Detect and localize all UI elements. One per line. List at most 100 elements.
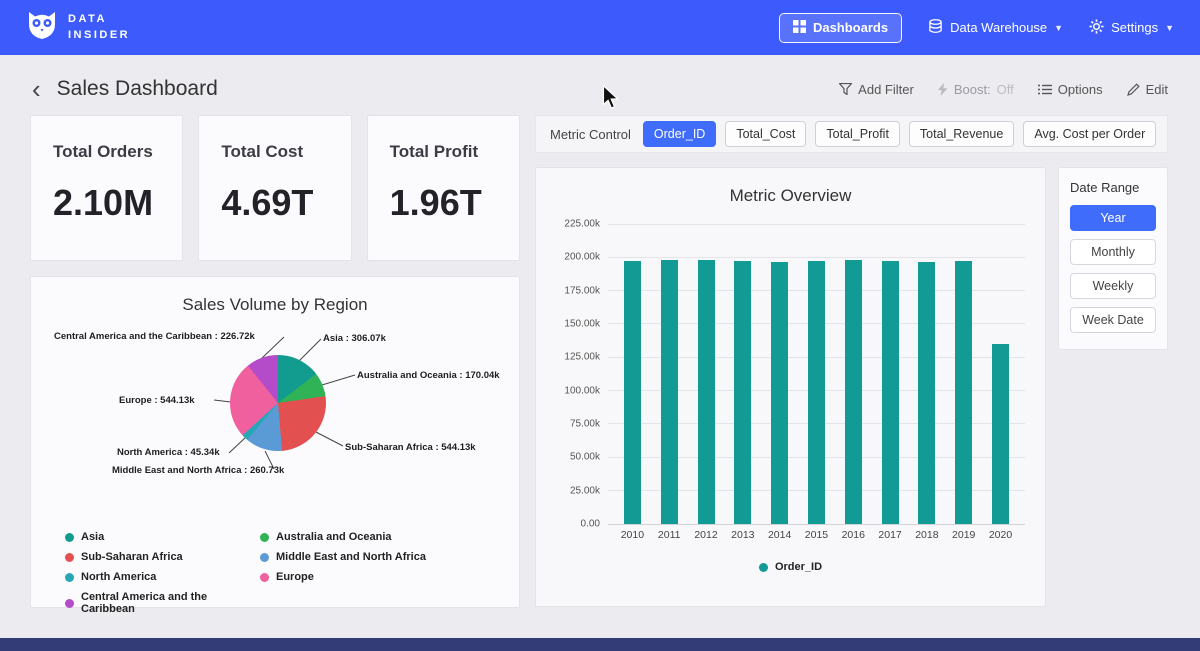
legend-dot bbox=[260, 533, 269, 542]
y-tick-label: 125.00k bbox=[564, 352, 600, 363]
pie-legend-item-asia[interactable]: Asia bbox=[65, 531, 260, 543]
add-filter-label: Add Filter bbox=[858, 82, 914, 97]
bar-chart-card: Metric Overview 225.00k200.00k175.00k150… bbox=[535, 167, 1046, 607]
edit-button[interactable]: Edit bbox=[1127, 82, 1168, 97]
metric-button-avg-cost-per-order[interactable]: Avg. Cost per Order bbox=[1023, 121, 1156, 147]
pie-legend-item-central-america-and-the-caribbean[interactable]: Central America and the Caribbean bbox=[65, 591, 260, 615]
pie-chart-area: Asia : 306.07kAustralia and Oceania : 17… bbox=[46, 323, 504, 523]
bar-2017[interactable] bbox=[882, 261, 899, 524]
metric-control-bar: Metric Control Order_ID Total_Cost Total_P… bbox=[535, 115, 1168, 153]
options-label: Options bbox=[1058, 82, 1103, 97]
pie-legend-item-middle-east-and-north-africa[interactable]: Middle East and North Africa bbox=[260, 551, 485, 563]
date-range-button-week-date[interactable]: Week Date bbox=[1070, 307, 1156, 333]
pie-chart[interactable] bbox=[230, 355, 326, 451]
pie-callout-europe: Europe : 544.13k bbox=[119, 395, 195, 406]
pie-callout-sub-saharan-africa: Sub-Saharan Africa : 544.13k bbox=[345, 442, 476, 453]
nav-settings-button[interactable]: Settings ▼ bbox=[1089, 19, 1174, 37]
bar-2016[interactable] bbox=[845, 260, 862, 524]
metric-button-total-profit[interactable]: Total_Profit bbox=[815, 121, 900, 147]
boost-toggle[interactable]: Boost: Off bbox=[938, 82, 1014, 97]
y-tick-label: 25.00k bbox=[570, 485, 600, 496]
pie-legend-item-australia-and-oceania[interactable]: Australia and Oceania bbox=[260, 531, 485, 543]
kpi-label: Total Cost bbox=[221, 142, 328, 162]
kpi-value: 1.96T bbox=[390, 182, 497, 224]
bar-2010[interactable] bbox=[624, 261, 641, 524]
x-tick-label: 2020 bbox=[982, 529, 1019, 541]
options-button[interactable]: Options bbox=[1038, 82, 1103, 97]
legend-dot bbox=[65, 599, 74, 608]
nav-dashboards-button[interactable]: Dashboards bbox=[779, 13, 902, 43]
legend-label: Central America and the Caribbean bbox=[81, 591, 260, 615]
y-tick-label: 175.00k bbox=[564, 285, 600, 296]
bar-2012[interactable] bbox=[698, 260, 715, 524]
legend-dot bbox=[65, 553, 74, 562]
bar-2018[interactable] bbox=[918, 262, 935, 524]
boost-value: Off bbox=[997, 82, 1014, 97]
pie-legend: Asia Australia and Oceania Sub-Saharan Afr… bbox=[65, 531, 485, 615]
date-range-panel: Date Range Year Monthly Weekly Week Date bbox=[1058, 167, 1168, 350]
bar-plot bbox=[608, 224, 1025, 524]
legend-label: Europe bbox=[276, 571, 314, 583]
x-tick-label: 2010 bbox=[614, 529, 651, 541]
bar-xaxis: 2010201120122013201420152016201720182019… bbox=[608, 529, 1025, 541]
y-tick-label: 75.00k bbox=[570, 419, 600, 430]
bar-2014[interactable] bbox=[771, 262, 788, 524]
brand-name-line1: DATA bbox=[68, 12, 130, 27]
pie-callout-asia: Asia : 306.07k bbox=[323, 333, 386, 344]
bar-chart-title: Metric Overview bbox=[556, 186, 1025, 206]
pie-legend-item-north-america[interactable]: North America bbox=[65, 571, 260, 583]
metric-button-order-id[interactable]: Order_ID bbox=[643, 121, 716, 147]
metric-control-label: Metric Control bbox=[550, 127, 631, 142]
bar-2020[interactable] bbox=[992, 344, 1009, 524]
add-filter-button[interactable]: Add Filter bbox=[839, 82, 914, 97]
bar-2019[interactable] bbox=[955, 261, 972, 524]
back-button[interactable]: ‹ bbox=[30, 79, 43, 99]
legend-label: Sub-Saharan Africa bbox=[81, 551, 183, 563]
legend-dot bbox=[260, 553, 269, 562]
legend-dot bbox=[65, 533, 74, 542]
pie-legend-item-europe[interactable]: Europe bbox=[260, 571, 485, 583]
nav-data-warehouse-label: Data Warehouse bbox=[950, 20, 1047, 35]
y-tick-label: 50.00k bbox=[570, 452, 600, 463]
pencil-icon bbox=[1127, 83, 1140, 96]
page-header: ‹ Sales Dashboard Add Filter Boost: Off … bbox=[0, 55, 1200, 115]
pie-callout-central-america-and-the-caribbean: Central America and the Caribbean : 226.… bbox=[54, 331, 255, 342]
x-tick-label: 2017 bbox=[872, 529, 909, 541]
x-tick-label: 2019 bbox=[945, 529, 982, 541]
gear-icon bbox=[1089, 19, 1104, 37]
bar-2013[interactable] bbox=[734, 261, 751, 524]
kpi-card-total-cost: Total Cost 4.69T bbox=[198, 115, 351, 261]
kpi-row: Total Orders 2.10M Total Cost 4.69T Tota… bbox=[30, 115, 520, 261]
x-tick-label: 2016 bbox=[835, 529, 872, 541]
y-tick-label: 0.00 bbox=[581, 519, 600, 530]
legend-label: Middle East and North Africa bbox=[276, 551, 426, 563]
bar-2011[interactable] bbox=[661, 260, 678, 524]
bar-chart-legend: Order_ID bbox=[556, 561, 1025, 573]
footer-bar bbox=[0, 638, 1200, 651]
pie-legend-item-sub-saharan-africa[interactable]: Sub-Saharan Africa bbox=[65, 551, 260, 563]
x-tick-label: 2018 bbox=[909, 529, 946, 541]
nav-data-warehouse-button[interactable]: Data Warehouse ▼ bbox=[928, 19, 1063, 37]
nav-settings-label: Settings bbox=[1111, 20, 1158, 35]
y-tick-label: 100.00k bbox=[564, 385, 600, 396]
legend-dot bbox=[759, 563, 768, 572]
date-range-button-monthly[interactable]: Monthly bbox=[1070, 239, 1156, 265]
date-range-label: Date Range bbox=[1070, 180, 1156, 195]
date-range-buttons: Year Monthly Weekly Week Date bbox=[1070, 205, 1156, 333]
kpi-label: Total Profit bbox=[390, 142, 497, 162]
x-tick-label: 2012 bbox=[688, 529, 725, 541]
bar-yaxis: 225.00k200.00k175.00k150.00k125.00k100.0… bbox=[556, 224, 608, 524]
y-tick-label: 150.00k bbox=[564, 319, 600, 330]
legend-label: Order_ID bbox=[775, 561, 822, 573]
nav-dashboards-label: Dashboards bbox=[813, 20, 888, 35]
legend-label: Asia bbox=[81, 531, 104, 543]
date-range-button-weekly[interactable]: Weekly bbox=[1070, 273, 1156, 299]
metric-button-total-cost[interactable]: Total_Cost bbox=[725, 121, 806, 147]
filter-funnel-icon bbox=[839, 83, 852, 95]
metric-button-total-revenue[interactable]: Total_Revenue bbox=[909, 121, 1014, 147]
date-range-button-year[interactable]: Year bbox=[1070, 205, 1156, 231]
bar-2015[interactable] bbox=[808, 261, 825, 524]
bar-series bbox=[608, 224, 1025, 524]
page-title: Sales Dashboard bbox=[57, 77, 218, 101]
metric-control-buttons: Order_ID Total_Cost Total_Profit Total_Reve… bbox=[643, 121, 1156, 147]
